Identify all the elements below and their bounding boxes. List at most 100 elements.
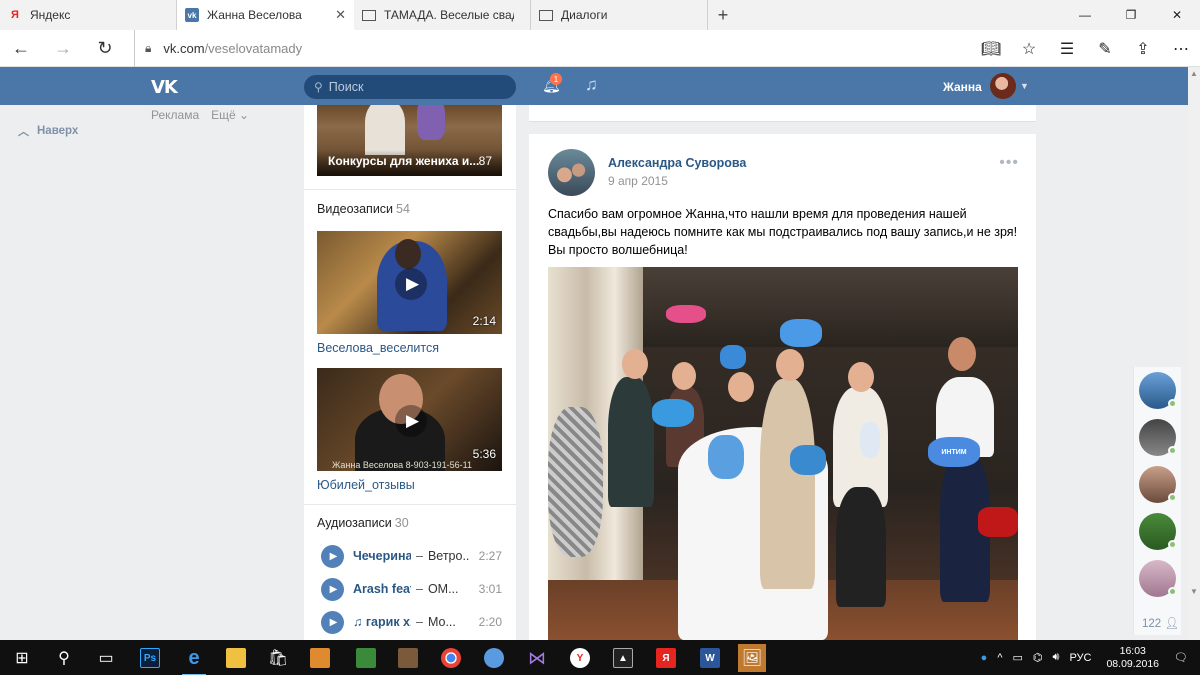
play-button[interactable]: ▶ (321, 610, 344, 634)
more-link[interactable]: Ещё ⌄ (211, 108, 249, 122)
vk-logo[interactable]: VK (151, 77, 178, 98)
app-icon[interactable]: 🖼︎ (738, 644, 766, 672)
chevron-down-icon[interactable]: ▼ (1020, 81, 1029, 91)
search-placeholder: Поиск (328, 80, 364, 94)
notification-app-icon[interactable]: ● (981, 652, 988, 664)
post-date-label: 9 апр 2015 (608, 174, 668, 188)
hub-icon[interactable]: ☰ (1048, 30, 1086, 67)
audio-song: Ветро... (427, 549, 470, 563)
tab-dialogs[interactable]: Диалоги (531, 0, 708, 30)
browser-toolbar: 📖︎ ☆ ☰ ✎ ⇪ ⋯ (972, 30, 1200, 67)
play-button[interactable]: ▶ (321, 544, 344, 568)
url-field[interactable]: 🔒︎ vk.com/veselovatamady (134, 29, 302, 67)
task-view-icon[interactable]: ▭ (92, 644, 120, 672)
favorite-star-icon[interactable]: ☆ (1010, 30, 1048, 67)
more-options-icon[interactable]: ••• (999, 154, 1019, 172)
media-player-icon[interactable] (306, 644, 334, 672)
audio-track[interactable]: ▶ ♫ гарик х... – Мо... 2:20 (321, 610, 506, 634)
avatar[interactable] (1139, 560, 1177, 597)
video-thumbnail[interactable]: ▶ 2:14 (317, 231, 502, 334)
refresh-icon[interactable]: ↻ (84, 30, 126, 67)
audio-song: OM... (427, 582, 459, 596)
avatar[interactable] (1139, 372, 1177, 409)
notifications-bell-icon[interactable]: 🔔︎ 1 (542, 73, 562, 94)
avatar[interactable] (1139, 419, 1177, 456)
windows-start-icon[interactable]: ⊞ (8, 644, 36, 672)
tab-vk-profile[interactable]: vk Жанна Веселова ✕ (177, 0, 354, 30)
edge-browser-icon[interactable]: e (180, 644, 208, 675)
volume-icon[interactable]: 🔊︎ (1053, 651, 1060, 664)
minimize-icon[interactable]: — (1062, 0, 1108, 30)
audio-artist[interactable]: Arash feat.... (353, 582, 411, 596)
friends-online-count[interactable]: 122 👤︎ (1142, 616, 1179, 630)
play-button[interactable]: ▶ (321, 577, 344, 601)
forward-icon[interactable]: → (42, 30, 84, 67)
language-indicator[interactable]: РУС (1069, 652, 1091, 664)
close-window-icon[interactable]: ✕ (1154, 0, 1200, 30)
file-explorer-icon[interactable] (222, 644, 250, 672)
photos-icon[interactable]: ▲ (609, 644, 637, 672)
divider (304, 504, 516, 505)
search-icon[interactable]: ⚲ (50, 644, 78, 672)
audio-artist[interactable]: ♫ гарик х... (353, 615, 411, 629)
browser-tab-bar: Я Яндекс vk Жанна Веселова ✕ ТАМАДА. Вес… (0, 0, 1200, 30)
vk-favicon-icon: vk (185, 8, 199, 22)
post-photo[interactable]: ИНТИМ (548, 267, 1018, 640)
video-thumbnail[interactable]: ▶ Жанна Веселова 8-903-191-56-11 5:36 (317, 368, 502, 471)
reading-view-icon[interactable]: 📖︎ (972, 30, 1010, 67)
groom-figure (760, 379, 815, 589)
photoshop-icon[interactable]: Ps (136, 644, 164, 672)
chrome-icon[interactable] (437, 644, 465, 672)
word-icon[interactable]: W (696, 644, 724, 672)
avatar[interactable] (548, 149, 595, 196)
post-date[interactable]: 9 апр 2015 (608, 174, 672, 188)
post-author[interactable]: Александра Суворова (608, 156, 746, 170)
header-username[interactable]: Жанна (943, 80, 982, 94)
play-icon[interactable]: ▶ (395, 268, 427, 300)
app-icon[interactable] (394, 644, 422, 672)
avatar[interactable] (1139, 466, 1177, 503)
video-title-link[interactable]: Юбилей_отзывы (317, 478, 415, 492)
scroll-up-icon[interactable]: ▲ (1190, 69, 1198, 78)
online-indicator (1168, 493, 1177, 502)
page-scrollbar[interactable]: ▲ ▼ (1188, 67, 1200, 640)
share-icon[interactable]: ⇪ (1124, 30, 1162, 67)
battery-icon[interactable]: ▭ (1012, 651, 1022, 664)
store-icon[interactable]: 🛍︎ (264, 644, 292, 672)
scroll-down-icon[interactable]: ▼ (1190, 587, 1198, 596)
tab-yandex[interactable]: Я Яндекс (0, 0, 177, 30)
album-thumbnail[interactable]: Конкурсы для жениха и... 87 (317, 105, 502, 176)
restore-icon[interactable]: ❐ (1108, 0, 1154, 30)
close-tab-icon[interactable]: ✕ (335, 7, 346, 23)
app-icon[interactable] (352, 644, 380, 672)
ads-link[interactable]: Реклама (151, 108, 199, 122)
new-tab-button[interactable]: + (708, 0, 738, 30)
play-icon[interactable]: ▶ (395, 405, 427, 437)
more-icon[interactable]: ⋯ (1162, 30, 1200, 67)
chevron-up-icon[interactable]: ^ (997, 652, 1002, 664)
audio-artist[interactable]: Чечерина (353, 549, 411, 563)
avatar[interactable] (990, 73, 1016, 99)
clock[interactable]: 16:03 08.09.2016 (1106, 645, 1159, 671)
tab-tamada[interactable]: ТАМАДА. Веселые свадьб (354, 0, 531, 30)
action-center-icon[interactable]: 🗨︎ (1174, 651, 1188, 664)
videos-heading[interactable]: Видеозаписи 54 (317, 202, 410, 216)
photo-sign-text: ИНТИМ (941, 448, 967, 456)
audio-heading[interactable]: Аудиозаписи 30 (317, 516, 409, 530)
music-note-icon[interactable]: ♫ (585, 75, 598, 95)
audio-track[interactable]: ▶ Чечерина – Ветро... 2:27 (321, 544, 506, 568)
visual-studio-icon[interactable]: ⋈ (523, 644, 551, 672)
yandex-browser-icon[interactable]: Y (566, 644, 594, 672)
back-to-top-button[interactable]: ︿ Наверх (18, 123, 78, 139)
profile-sidebar: Конкурсы для жениха и... 87 Видеозаписи 5… (304, 105, 516, 640)
web-note-icon[interactable]: ✎ (1086, 30, 1124, 67)
audio-track[interactable]: ▶ Arash feat.... – OM... 3:01 (321, 577, 506, 601)
app-icon[interactable] (480, 644, 508, 672)
yandex-icon[interactable]: Я (652, 644, 680, 672)
search-input[interactable]: ⚲ Поиск (304, 75, 516, 99)
avatar[interactable] (1139, 513, 1177, 550)
red-bag (978, 507, 1018, 537)
video-title-link[interactable]: Веселова_веселится (317, 341, 439, 355)
network-icon[interactable]: ⌬ (1033, 651, 1043, 664)
back-icon[interactable]: ← (0, 30, 42, 67)
